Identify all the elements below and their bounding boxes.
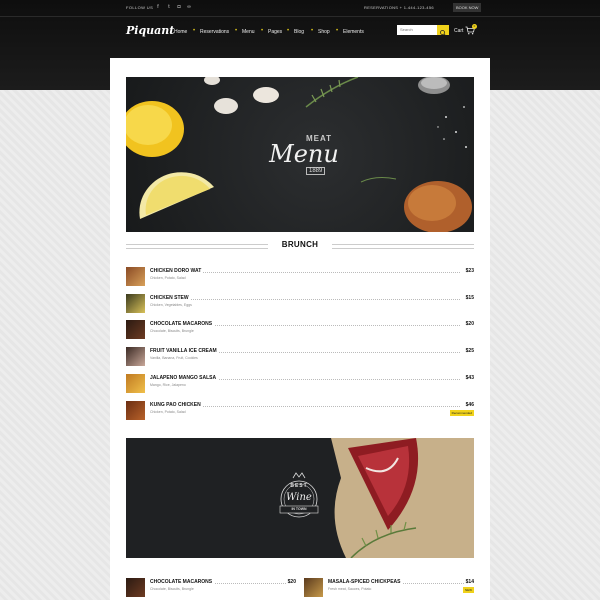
dish-price: $23: [463, 268, 474, 274]
dish-thumbnail: [126, 347, 145, 366]
nav-pages[interactable]: Pages: [268, 29, 282, 35]
dish-description: Vanilla, Banana, Fruit, Cookies: [150, 356, 198, 360]
dish-description: Chocolate, Biscuits, Brungle: [150, 587, 194, 591]
dish-description: Mango, Rice, Jalapeno: [150, 383, 186, 387]
dish-description: Fresh meat, Sauces, Potato: [328, 587, 372, 591]
dish-name: FRUIT VANILLA ICE CREAM: [150, 348, 219, 354]
dish-price: $15: [463, 295, 474, 301]
dish-price: $14: [463, 579, 474, 585]
dish-description: Chicken, Potato, Salad: [150, 410, 186, 414]
dish-name: JALAPENO MANGO SALSA: [150, 375, 219, 381]
menu-item[interactable]: JALAPENO MANGO SALSA Mango, Rice, Jalape…: [126, 374, 474, 394]
dish-thumbnail: [126, 320, 145, 339]
dish-description: Chocolate, Biscuits, Brungle: [150, 329, 194, 333]
menu-item[interactable]: CHICKEN STEW Chicken, Vegetables, Eggs $…: [126, 294, 474, 314]
dish-name: CHICKEN DORO WAT: [150, 268, 204, 274]
menu-item[interactable]: CHICKEN DORO WAT Chicken, Potato, Salad …: [126, 267, 474, 287]
twitter-icon[interactable]: t: [166, 4, 172, 10]
nav-menu[interactable]: Menu: [242, 29, 255, 35]
nav-separator: •: [193, 28, 196, 34]
section-divider-left: [126, 244, 268, 249]
search-placeholder: Search: [400, 27, 413, 32]
site-logo[interactable]: Piquant: [126, 24, 174, 37]
instagram-icon[interactable]: ◘: [176, 4, 182, 10]
section-title: BRUNCH: [281, 240, 319, 249]
wine-stamp-bottom: IN TOWN: [291, 507, 307, 511]
menu-item[interactable]: CHOCOLATE MACARONS Chocolate, Biscuits, …: [126, 320, 474, 340]
nav-separator: •: [261, 28, 264, 34]
nav-separator: •: [311, 28, 314, 34]
dish-thumbnail: [126, 578, 145, 597]
nav-reservations[interactable]: Reservations: [200, 29, 229, 35]
nav-elements[interactable]: Elements: [343, 29, 364, 35]
wine-stamp-top: BEST: [290, 483, 308, 489]
nav-separator: •: [235, 28, 238, 34]
reservations-phone: RESERVATIONS + 1-444-123-456: [364, 5, 434, 10]
dish-name: CHICKEN STEW: [150, 295, 191, 301]
dish-description: Chicken, Potato, Salad: [150, 276, 186, 280]
hero-title: Menu: [269, 140, 339, 168]
recommended-badge: Recommended: [449, 410, 474, 416]
nav-home[interactable]: Home: [174, 29, 187, 35]
dish-name: CHOCOLATE MACARONS: [150, 321, 215, 327]
dish-name: KUNG PAO CHICKEN: [150, 402, 203, 408]
search-button[interactable]: [437, 25, 449, 36]
dish-thumbnail: [126, 374, 145, 393]
dish-price: $46: [463, 402, 474, 408]
hero-year: 1889: [306, 167, 326, 175]
dish-name: MASALA-SPICED CHICKPEAS: [328, 579, 403, 585]
new-badge: NEW: [463, 587, 474, 593]
top-bar: FOLLOW US f t ◘ ∞ RESERVATIONS + 1-444-1…: [0, 0, 600, 17]
dish-thumbnail: [126, 267, 145, 286]
nav-separator: •: [336, 28, 339, 34]
dish-thumbnail: [304, 578, 323, 597]
nav-separator: •: [287, 28, 290, 34]
wine-stamp-title: Wine: [286, 492, 312, 503]
section-divider-right: [332, 244, 474, 249]
cart-count-badge: 0: [472, 24, 477, 29]
dish-price: $20: [285, 579, 296, 585]
dotted-leader: [150, 299, 460, 300]
menu-item[interactable]: FRUIT VANILLA ICE CREAM Vanilla, Banana,…: [126, 347, 474, 367]
dish-price: $25: [463, 348, 474, 354]
search-input[interactable]: Search: [397, 25, 437, 35]
menu-item[interactable]: CHOCOLATE MACARONS Chocolate, Biscuits, …: [126, 578, 296, 598]
follow-us-label: FOLLOW US: [126, 5, 154, 10]
dish-price: $43: [463, 375, 474, 381]
dish-description: Chicken, Vegetables, Eggs: [150, 303, 192, 307]
dish-thumbnail: [126, 401, 145, 420]
dish-price: $20: [463, 321, 474, 327]
nav-shop[interactable]: Shop: [318, 29, 330, 35]
menu-item[interactable]: KUNG PAO CHICKEN Chicken, Potato, Salad …: [126, 401, 474, 421]
dish-name: CHOCOLATE MACARONS: [150, 579, 215, 585]
dish-thumbnail: [126, 294, 145, 313]
cart-label[interactable]: Cart: [454, 28, 463, 34]
facebook-icon[interactable]: f: [155, 4, 161, 10]
menu-item[interactable]: MASALA-SPICED CHICKPEAS Fresh meat, Sauc…: [304, 578, 474, 598]
nav-blog[interactable]: Blog: [294, 29, 304, 35]
book-now-button[interactable]: BOOK NOW: [453, 3, 482, 12]
search-icon: [440, 30, 446, 36]
tripadvisor-icon[interactable]: ∞: [186, 4, 192, 10]
